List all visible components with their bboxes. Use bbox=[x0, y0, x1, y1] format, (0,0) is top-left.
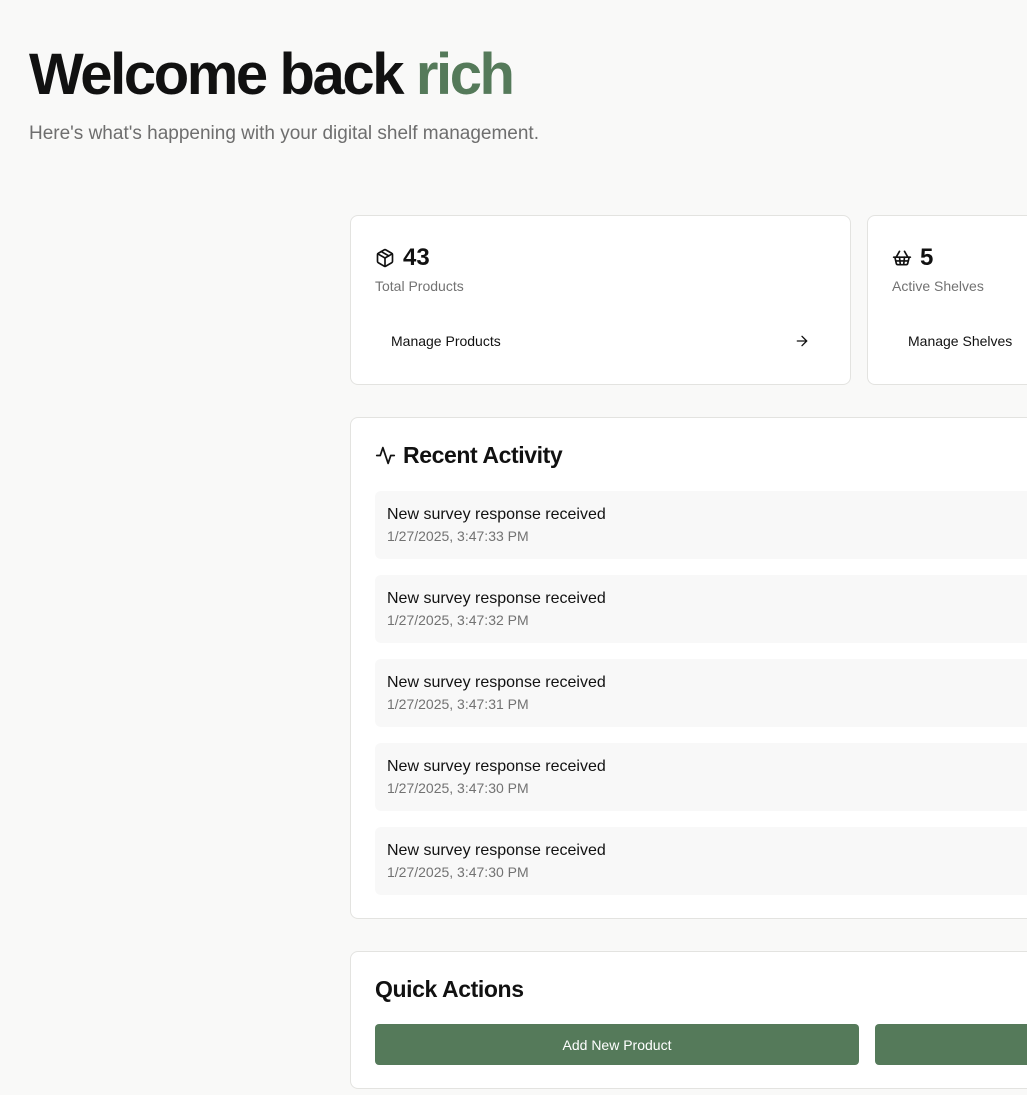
stat-card-shelves: 5 Active Shelves Manage Shelves bbox=[867, 215, 1027, 385]
activity-timestamp: 1/27/2025, 3:47:30 PM bbox=[387, 864, 529, 880]
activity-list: New survey response received 1/27/2025, … bbox=[375, 491, 1027, 911]
username: rich bbox=[415, 42, 515, 107]
add-new-product-button[interactable]: Add New Product bbox=[375, 1024, 859, 1065]
recent-activity-heading: Recent Activity bbox=[375, 442, 563, 469]
welcome-header: Welcome back rich Here's what's happenin… bbox=[29, 40, 539, 145]
stat-label: Total Products bbox=[375, 278, 464, 294]
quick-actions-card: Quick Actions Add New Product bbox=[350, 951, 1027, 1089]
manage-products-button[interactable]: Manage Products bbox=[375, 321, 826, 361]
stat-label: Active Shelves bbox=[892, 278, 984, 294]
package-icon bbox=[376, 248, 394, 268]
activity-message: New survey response received bbox=[387, 758, 606, 775]
manage-shelves-button[interactable]: Manage Shelves bbox=[892, 321, 1027, 361]
activity-message: New survey response received bbox=[387, 590, 606, 607]
list-item: New survey response received 1/27/2025, … bbox=[375, 575, 1027, 643]
activity-timestamp: 1/27/2025, 3:47:31 PM bbox=[387, 696, 529, 712]
quick-actions-heading: Quick Actions bbox=[375, 976, 524, 1003]
list-item: New survey response received 1/27/2025, … bbox=[375, 827, 1027, 895]
manage-products-label: Manage Products bbox=[391, 333, 501, 349]
list-item: New survey response received 1/27/2025, … bbox=[375, 659, 1027, 727]
activity-timestamp: 1/27/2025, 3:47:30 PM bbox=[387, 780, 529, 796]
activity-timestamp: 1/27/2025, 3:47:33 PM bbox=[387, 528, 529, 544]
arrow-right-icon bbox=[796, 335, 808, 347]
section-title: Recent Activity bbox=[403, 442, 563, 468]
list-item: New survey response received 1/27/2025, … bbox=[375, 743, 1027, 811]
page-title: Welcome back rich bbox=[29, 40, 539, 110]
page-subtitle: Here's what's happening with your digita… bbox=[29, 123, 539, 144]
section-title: Quick Actions bbox=[375, 976, 524, 1002]
stat-value: 43 bbox=[403, 244, 430, 271]
activity-icon bbox=[375, 446, 396, 465]
greeting-text: Welcome back bbox=[29, 42, 404, 107]
activity-message: New survey response received bbox=[387, 842, 606, 859]
list-item: New survey response received 1/27/2025, … bbox=[375, 491, 1027, 559]
stat-value: 5 bbox=[920, 244, 934, 271]
activity-message: New survey response received bbox=[387, 674, 606, 691]
quick-action-button[interactable] bbox=[875, 1024, 1027, 1065]
recent-activity-card: Recent Activity New survey response rece… bbox=[350, 417, 1027, 919]
basket-icon bbox=[892, 250, 912, 266]
activity-timestamp: 1/27/2025, 3:47:32 PM bbox=[387, 612, 529, 628]
dashboard-page: Welcome back rich Here's what's happenin… bbox=[0, 0, 1027, 1095]
stat-card-products: 43 Total Products Manage Products bbox=[350, 215, 851, 385]
activity-message: New survey response received bbox=[387, 506, 606, 523]
manage-shelves-label: Manage Shelves bbox=[908, 333, 1013, 349]
